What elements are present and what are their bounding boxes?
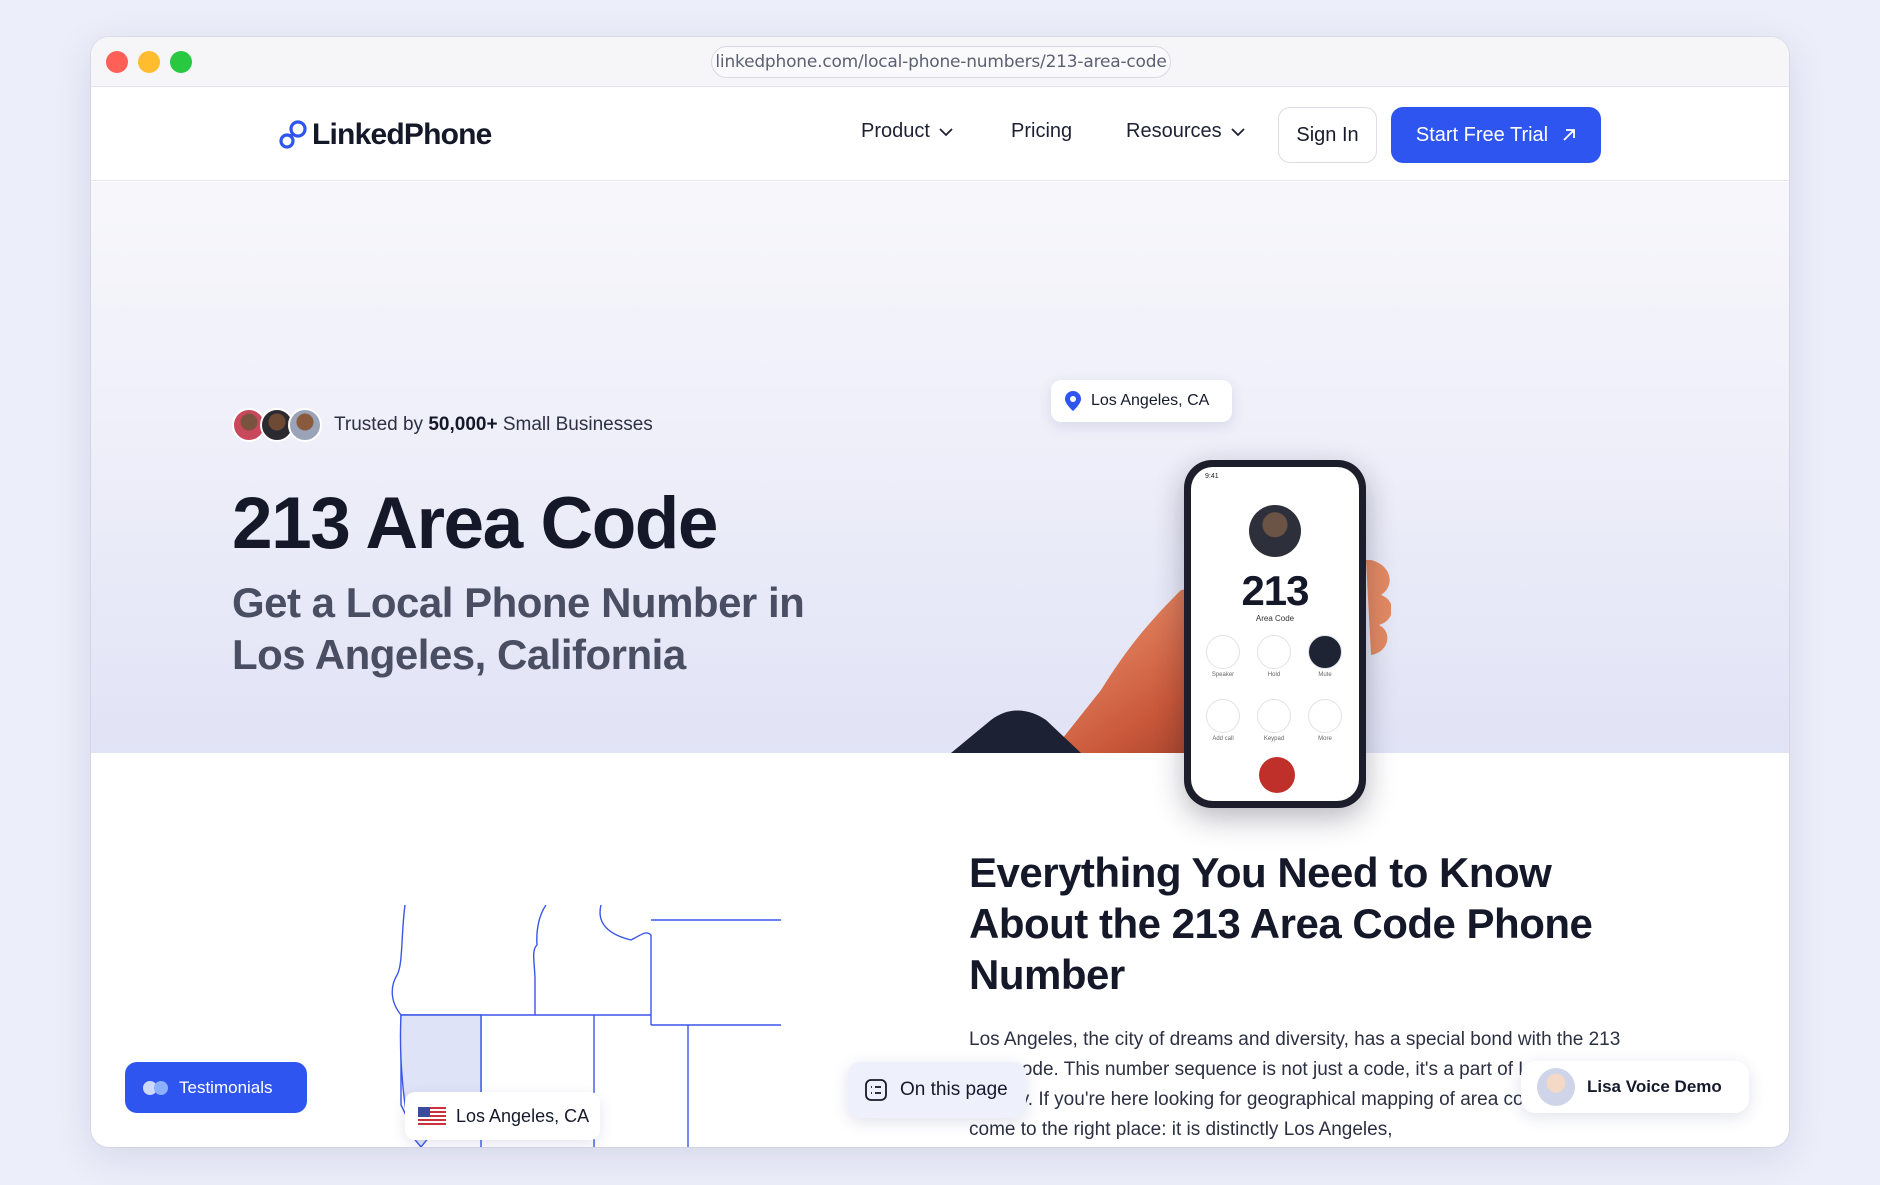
on-this-page-button[interactable]: On this page	[848, 1062, 1026, 1118]
logo[interactable]: LinkedPhone	[278, 117, 492, 153]
site-header: LinkedPhone Product Pricing Resources Si…	[91, 87, 1789, 181]
phone-area-code: 213	[1241, 567, 1309, 614]
testimonials-icon	[143, 1080, 168, 1095]
phone-screen: 9:41 213 Area Code Speaker Hold Mute Add…	[1191, 467, 1359, 801]
voice-agent-avatar	[1537, 1068, 1575, 1106]
trusted-text: Trusted by 50,000+ Small Businesses	[334, 414, 653, 436]
start-free-trial-label: Start Free Trial	[1415, 123, 1549, 146]
trusted-suffix: Small Businesses	[502, 414, 653, 435]
nav-resources[interactable]: Resources	[1126, 120, 1246, 143]
caller-avatar	[1249, 505, 1301, 557]
trusted-count: 50,000+	[428, 414, 498, 435]
phone-area-code-caption: Area Code	[1255, 614, 1295, 623]
chevron-down-icon	[939, 127, 953, 136]
hold-label: Hold	[1267, 672, 1281, 678]
trusted-prefix: Trusted by	[334, 414, 424, 435]
hang-up-icon	[1259, 757, 1295, 793]
testimonials-label: Testimonials	[179, 1077, 273, 1097]
testimonials-button[interactable]: Testimonials	[125, 1062, 307, 1113]
voice-demo-label: Lisa Voice Demo	[1587, 1077, 1722, 1096]
us-flag-icon	[418, 1107, 446, 1125]
maximize-window-button[interactable]	[170, 51, 192, 73]
arrow-up-right-icon	[1563, 129, 1576, 141]
customer-avatars	[232, 408, 322, 442]
add-call-button	[1206, 699, 1240, 733]
keypad-label: Keypad	[1263, 736, 1285, 742]
page-title: 213 Area Code	[232, 483, 718, 564]
phone-time: 9:41	[1205, 473, 1219, 480]
minimize-window-button[interactable]	[138, 51, 160, 73]
map-location-chip: Los Angeles, CA	[405, 1092, 600, 1140]
logo-text: LinkedPhone	[312, 118, 492, 151]
voice-demo-button[interactable]: Lisa Voice Demo	[1521, 1061, 1749, 1113]
hero-location-chip: Los Angeles, CA	[1051, 380, 1232, 422]
section-title: Everything You Need to Know About the 21…	[969, 849, 1593, 998]
more-button	[1308, 699, 1342, 733]
browser-titlebar: linkedphone.com/local-phone-numbers/213-…	[91, 37, 1789, 87]
mute-label: Mute	[1318, 672, 1332, 678]
close-window-button[interactable]	[106, 51, 128, 73]
list-icon	[865, 1079, 887, 1101]
map-pin-icon	[1065, 391, 1081, 411]
speaker-label: Speaker	[1211, 672, 1235, 678]
more-label: More	[1318, 736, 1332, 742]
hold-button	[1257, 635, 1291, 669]
trusted-badge: Trusted by 50,000+ Small Businesses	[232, 408, 653, 442]
start-free-trial-button[interactable]: Start Free Trial	[1391, 107, 1601, 163]
nav-resources-label: Resources	[1126, 120, 1222, 142]
sign-in-button[interactable]: Sign In	[1278, 107, 1377, 163]
mute-button	[1308, 635, 1342, 669]
hero-location-label: Los Angeles, CA	[1091, 392, 1210, 409]
hero-section: Trusted by 50,000+ Small Businesses 213 …	[91, 182, 1789, 808]
phone-mockup: 9:41 213 Area Code Speaker Hold Mute Add…	[1184, 460, 1366, 808]
hero-subtitle: Get a Local Phone Number in Los Angeles,…	[232, 579, 805, 678]
logo-link-icon	[279, 120, 307, 149]
nav-pricing[interactable]: Pricing	[1011, 120, 1072, 143]
speaker-button	[1206, 635, 1240, 669]
nav-pricing-label: Pricing	[1011, 120, 1073, 142]
add-call-label: Add call	[1212, 736, 1234, 742]
on-this-page-label: On this page	[900, 1079, 1008, 1100]
nav-product[interactable]: Product	[861, 120, 954, 143]
keypad-button	[1257, 699, 1291, 733]
url-bar[interactable]: linkedphone.com/local-phone-numbers/213-…	[711, 46, 1171, 78]
nav-product-label: Product	[861, 120, 930, 142]
browser-window: linkedphone.com/local-phone-numbers/213-…	[91, 37, 1789, 1147]
chevron-down-icon	[1230, 127, 1245, 136]
map-location-label: Los Angeles, CA	[456, 1105, 590, 1126]
avatar	[288, 408, 322, 442]
